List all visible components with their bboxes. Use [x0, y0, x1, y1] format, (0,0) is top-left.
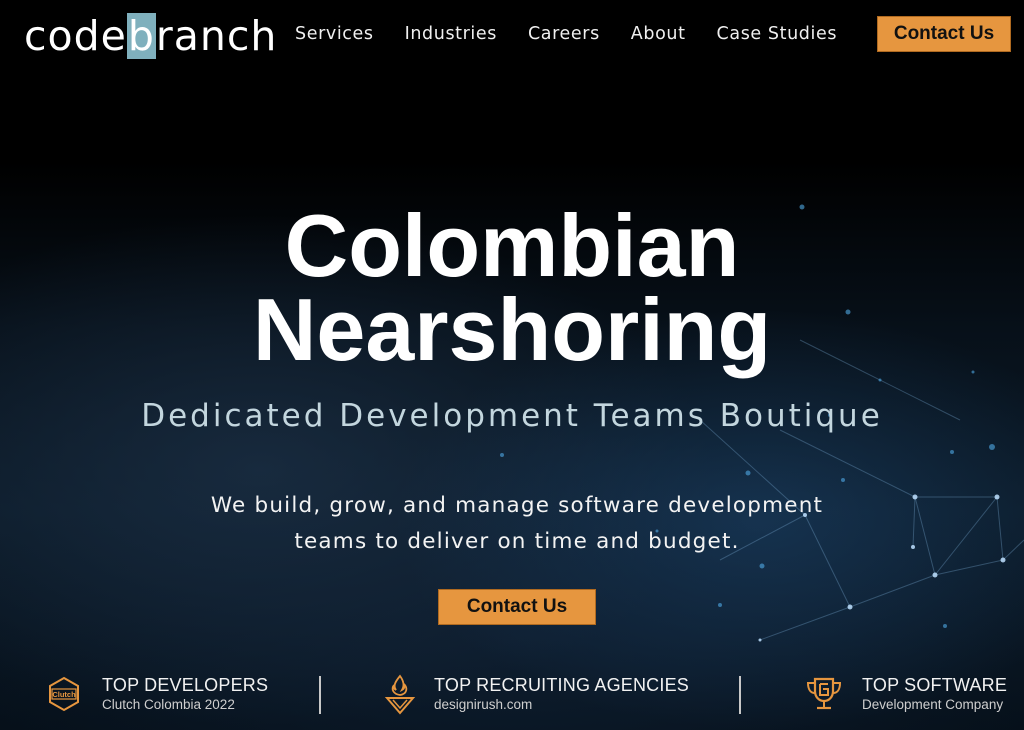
hero-title: Colombian Nearshoring [0, 196, 1024, 379]
nav-case-studies[interactable]: Case Studies [717, 24, 838, 44]
svg-text:Clutch: Clutch [52, 690, 76, 699]
hero-description-line2: teams to deliver on time and budget. [294, 529, 740, 554]
awards-bar: Clutch TOP DEVELOPERS Clutch Colombia 20… [0, 660, 1024, 730]
logo-highlight-letter: b [126, 12, 156, 60]
hero-description: We build, grow, and manage software deve… [0, 488, 1024, 560]
award-divider [319, 676, 321, 714]
award-divider [739, 676, 741, 714]
clutch-badge-icon: Clutch [44, 674, 84, 714]
award-top-software: TOP SOFTWARE Development Company [804, 674, 1007, 714]
hero-title-line1: Colombian [284, 196, 740, 295]
award-clutch: Clutch TOP DEVELOPERS Clutch Colombia 20… [44, 674, 268, 714]
codebranch-logo[interactable]: code b ranch [24, 12, 277, 60]
hero-title-line2: Nearshoring [252, 280, 772, 379]
hero-description-line1: We build, grow, and manage software deve… [210, 493, 824, 518]
site-header: code b ranch Services Industries Careers A… [0, 0, 1024, 75]
award-designrush: TOP RECRUITING AGENCIES designirush.com [380, 674, 689, 715]
logo-text-prefix: code [24, 12, 127, 60]
nav-careers[interactable]: Careers [528, 24, 600, 44]
nav-about[interactable]: About [631, 24, 686, 44]
nav-services[interactable]: Services [295, 24, 374, 44]
hero-subtitle: Dedicated Development Teams Boutique [141, 398, 883, 434]
award-title: TOP DEVELOPERS [102, 675, 269, 695]
trophy-icon [804, 674, 844, 714]
designrush-flame-icon [380, 674, 420, 715]
nav-industries[interactable]: Industries [405, 24, 497, 44]
award-subtitle: Development Company [862, 697, 1004, 712]
header-contact-button[interactable]: Contact Us [877, 16, 1011, 52]
award-title: TOP RECRUITING AGENCIES [434, 675, 689, 695]
main-nav: Services Industries Careers About Case S… [295, 24, 868, 44]
award-subtitle: Clutch Colombia 2022 [102, 697, 235, 712]
logo-text-suffix: ranch [155, 12, 278, 60]
award-title: TOP SOFTWARE [862, 675, 1008, 695]
hero-contact-button[interactable]: Contact Us [438, 589, 596, 625]
award-subtitle: designirush.com [434, 697, 533, 712]
